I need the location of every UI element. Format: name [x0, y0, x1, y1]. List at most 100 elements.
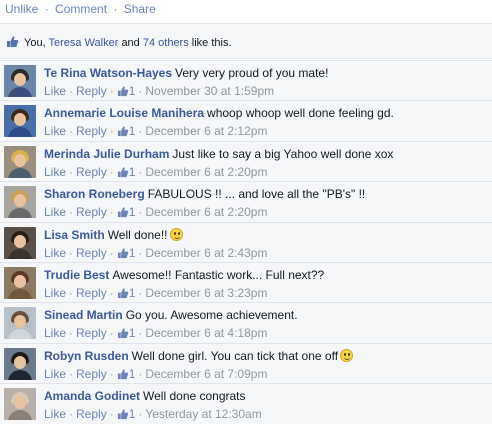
comment-reply-link[interactable]: Reply: [76, 326, 107, 340]
thumbs-up-icon: [117, 125, 129, 140]
avatar[interactable]: [4, 227, 36, 259]
comment-like-link[interactable]: Like: [44, 326, 66, 340]
avatar-face: [14, 315, 26, 328]
comment-like-count[interactable]: 1: [129, 246, 136, 260]
avatar-face: [14, 194, 26, 207]
avatar-face: [14, 154, 26, 167]
avatar-face: [14, 396, 26, 409]
comment-reply-link[interactable]: Reply: [76, 165, 107, 179]
comment-like-link[interactable]: Like: [44, 286, 66, 300]
thumbs-up-icon: [117, 206, 129, 221]
comment-author[interactable]: Robyn Rusden: [44, 349, 129, 363]
share-link[interactable]: Share: [124, 2, 156, 16]
comment-like-link[interactable]: Like: [44, 367, 66, 381]
comment-reply-link[interactable]: Reply: [76, 205, 107, 219]
comment-like-link[interactable]: Like: [44, 246, 66, 260]
separator: ·: [138, 246, 143, 260]
comment-like-count[interactable]: 1: [129, 205, 136, 219]
separator: ·: [109, 286, 114, 300]
separator: ·: [69, 205, 74, 219]
emoji-slot: [168, 228, 183, 242]
avatar-body: [8, 87, 32, 97]
comment-timestamp[interactable]: December 6 at 2:20pm: [145, 205, 267, 219]
comment-link[interactable]: Comment: [55, 2, 107, 16]
comment: Lisa Smith Well done!! Like · Reply · 1 · Decem…: [0, 222, 492, 262]
comment-body: Sharon Roneberg FABULOUS !! ... and love …: [44, 187, 365, 201]
comment-like-link[interactable]: Like: [44, 165, 66, 179]
comment-text: Well done!!: [107, 228, 168, 242]
comment-like-link[interactable]: Like: [44, 124, 66, 138]
unlike-link[interactable]: Unlike: [5, 2, 38, 16]
avatar[interactable]: [4, 186, 36, 218]
separator: ·: [69, 326, 74, 340]
comment-timestamp[interactable]: November 30 at 1:59pm: [145, 84, 274, 98]
avatar[interactable]: [4, 388, 36, 420]
thumbs-up-icon: [117, 247, 129, 262]
comment-timestamp[interactable]: December 6 at 3:23pm: [145, 286, 267, 300]
avatar[interactable]: [4, 105, 36, 137]
comment-reply-link[interactable]: Reply: [76, 246, 107, 260]
comment-text: Very very proud of you mate!: [175, 66, 329, 80]
comment-timestamp[interactable]: December 6 at 2:12pm: [145, 124, 267, 138]
separator: ·: [109, 165, 114, 179]
comment-reply-link[interactable]: Reply: [76, 124, 107, 138]
comment-author[interactable]: Te Rina Watson-Hayes: [44, 66, 172, 80]
comment-reply-link[interactable]: Reply: [76, 407, 107, 421]
comment-text: Just like to say a big Yahoo well done x…: [172, 147, 394, 161]
thumbs-up-icon: [117, 166, 129, 181]
comment-like-count[interactable]: 1: [129, 124, 136, 138]
separator: ·: [69, 124, 74, 138]
comment-like-count[interactable]: 1: [129, 84, 136, 98]
thumbs-up-icon: [117, 327, 129, 342]
comment-timestamp[interactable]: December 6 at 7:09pm: [145, 367, 267, 381]
likes-and: and: [121, 37, 140, 49]
avatar[interactable]: [4, 348, 36, 380]
comment-like-count[interactable]: 1: [129, 326, 136, 340]
comment-reply-link[interactable]: Reply: [76, 367, 107, 381]
comment-like-link[interactable]: Like: [44, 205, 66, 219]
comment: Sinead Martin Go you. Awesome achievement…: [0, 302, 492, 342]
comment-author[interactable]: Trudie Best: [44, 268, 109, 282]
comment-author[interactable]: Sinead Martin: [44, 308, 123, 322]
comment-timestamp[interactable]: Yesterday at 12:30am: [145, 407, 261, 421]
avatar[interactable]: [4, 146, 36, 178]
comment-author[interactable]: Lisa Smith: [44, 228, 105, 242]
comment-like-count[interactable]: 1: [129, 407, 136, 421]
avatar[interactable]: [4, 65, 36, 97]
separator: ·: [69, 407, 74, 421]
comment-like-count[interactable]: 1: [129, 286, 136, 300]
avatar[interactable]: [4, 307, 36, 339]
comment-like-link[interactable]: Like: [44, 407, 66, 421]
separator: ·: [138, 407, 143, 421]
others-link[interactable]: 74 others: [143, 37, 189, 49]
comment-timestamp[interactable]: December 6 at 4:18pm: [145, 326, 267, 340]
avatar-face: [14, 73, 26, 86]
comment-author[interactable]: Merinda Julie Durham: [44, 147, 169, 161]
likes-you: You,: [24, 37, 46, 49]
avatar-body: [8, 127, 32, 137]
comment-reply-link[interactable]: Reply: [76, 286, 107, 300]
liker-link[interactable]: Teresa Walker: [48, 37, 118, 49]
comment-list: Te Rina Watson-Hayes Very very proud of y…: [0, 60, 492, 424]
comment: Merinda Julie Durham Just like to say a b…: [0, 141, 492, 181]
comment-like-count[interactable]: 1: [129, 165, 136, 179]
separator: ·: [109, 124, 114, 138]
comment-author[interactable]: Amanda Godinet: [44, 389, 140, 403]
comment-timestamp[interactable]: December 6 at 2:20pm: [145, 165, 267, 179]
comment: Annemarie Louise Manihera whoop whoop wel…: [0, 100, 492, 140]
comment-body: Robyn Rusden Well done girl. You can tick…: [44, 349, 354, 363]
comment-like-link[interactable]: Like: [44, 84, 66, 98]
separator: ·: [109, 246, 114, 260]
avatar-body: [8, 208, 32, 218]
separator: ·: [109, 205, 114, 219]
avatar[interactable]: [4, 267, 36, 299]
comment-reply-link[interactable]: Reply: [76, 84, 107, 98]
comment-meta: Like · Reply · 1 · December 6 at 4:18pm: [44, 326, 267, 342]
comment-meta: Like · Reply · 1 · December 6 at 2:12pm: [44, 124, 267, 140]
comment-like-count[interactable]: 1: [129, 367, 136, 381]
post-actions-bar: Unlike · Comment · Share: [0, 0, 492, 24]
comment-timestamp[interactable]: December 6 at 2:43pm: [145, 246, 267, 260]
comment-author[interactable]: Annemarie Louise Manihera: [44, 106, 204, 120]
comment-author[interactable]: Sharon Roneberg: [44, 187, 145, 201]
avatar-body: [8, 289, 32, 299]
